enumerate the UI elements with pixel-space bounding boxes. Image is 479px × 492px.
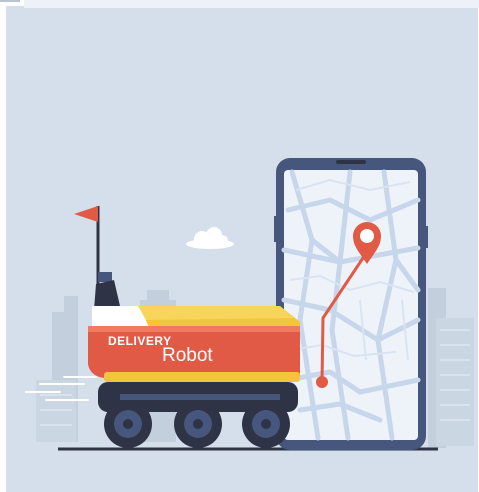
robot-wheels bbox=[104, 400, 290, 448]
robot-label-robot: Robot bbox=[162, 345, 213, 366]
route-start-dot bbox=[316, 376, 328, 388]
delivery-robot: DELIVERY Robot bbox=[74, 206, 300, 448]
phone-speaker bbox=[336, 160, 366, 164]
cloud-icon bbox=[186, 227, 234, 249]
illustration-svg: DELIVERY Robot bbox=[25, 158, 474, 451]
flag-icon bbox=[74, 206, 98, 222]
delivery-robot-illustration: DELIVERY Robot bbox=[0, 0, 479, 492]
